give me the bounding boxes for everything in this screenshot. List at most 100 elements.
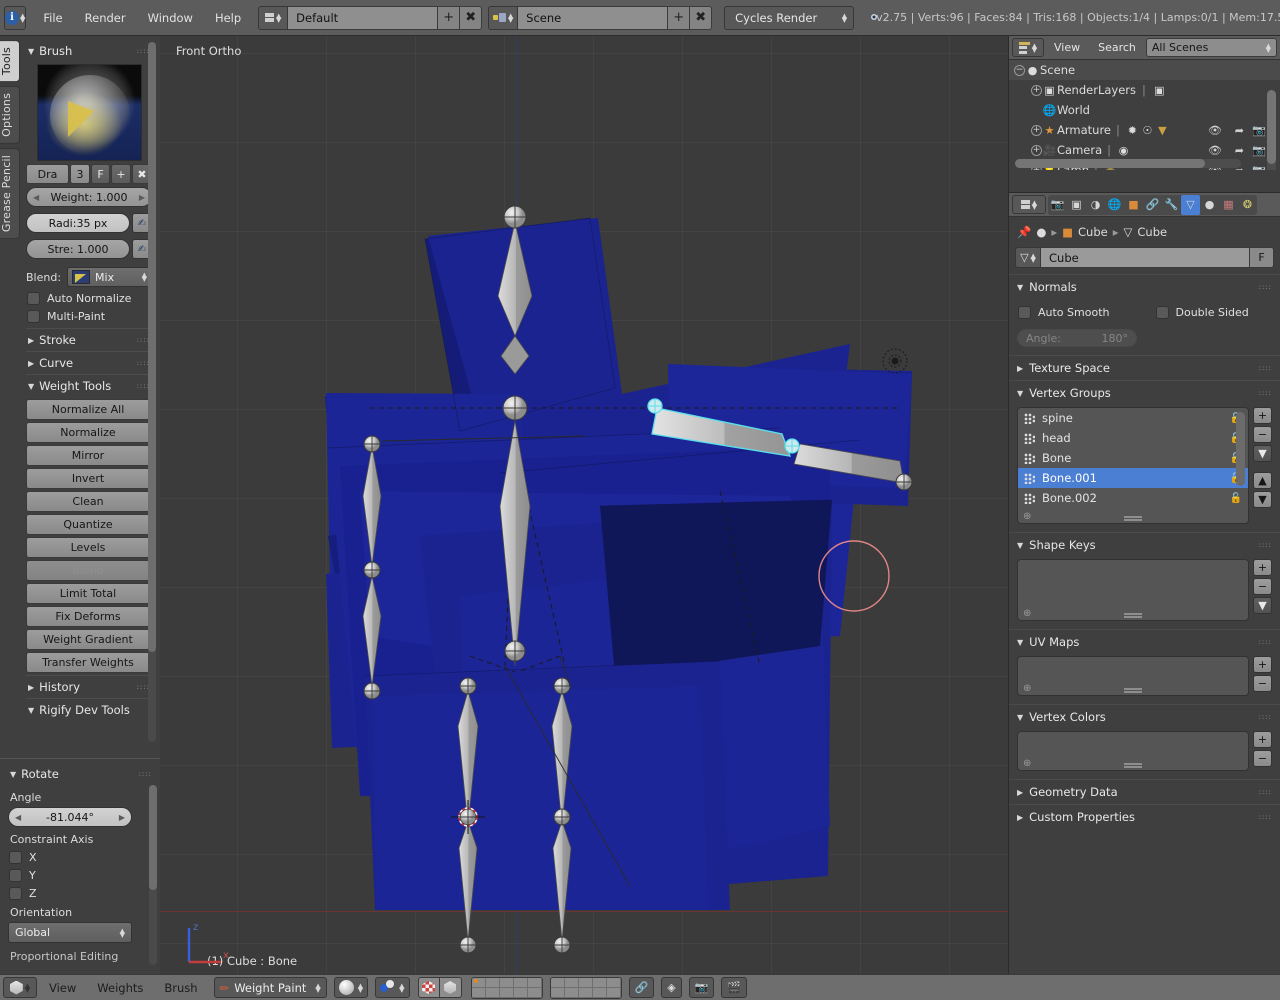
move-vertex-group-up-button[interactable]: ▲ <box>1253 472 1272 489</box>
outliner-menu-search[interactable]: Search <box>1090 39 1144 56</box>
outliner-vertical-scrollbar[interactable] <box>1267 90 1276 170</box>
vertex-group-row[interactable]: Bone.002 🔓 <box>1018 488 1248 508</box>
add-scene-button[interactable]: + <box>668 6 690 30</box>
brush-strength-slider[interactable]: Stre: 1.000 <box>26 239 130 259</box>
shape-key-specials-menu[interactable]: ▼ <box>1253 597 1272 614</box>
scene-name-field[interactable]: Scene <box>518 6 668 30</box>
restrict-render-icon[interactable]: 📷 <box>1252 164 1266 171</box>
multi-paint-checkbox[interactable] <box>27 310 40 323</box>
toolshelf-scrollbar-thumb[interactable] <box>148 42 156 652</box>
outliner-row-renderlayers[interactable]: + ▣ RenderLayers | ▣ <box>1009 80 1280 100</box>
curve-panel-header[interactable]: ▶ Curve :::: <box>26 351 152 374</box>
vertex-colors-list[interactable]: ⊕ <box>1017 731 1249 771</box>
brush-weight-slider[interactable]: ◀ Weight: 1.000 ▶ <box>26 187 152 207</box>
rotate-panel-header[interactable]: ▼ Rotate :::: <box>8 763 154 785</box>
add-shape-key-button[interactable]: + <box>1253 559 1272 576</box>
object-data-tab[interactable]: ▽ <box>1181 195 1200 215</box>
mesh-data-icon-button[interactable]: ▽ ▲▼ <box>1015 247 1041 268</box>
transfer-weights-button[interactable]: Transfer Weights <box>26 652 150 673</box>
add-screen-layout-button[interactable]: + <box>438 6 460 30</box>
uv-maps-panel-header[interactable]: ▼ UV Maps :::: <box>1009 629 1280 654</box>
delete-screen-layout-button[interactable]: ✖ <box>460 6 482 30</box>
quantize-button[interactable]: Quantize <box>26 514 150 535</box>
layer-cell[interactable] <box>514 988 528 998</box>
layer-cell[interactable] <box>607 978 621 988</box>
restrict-select-icon[interactable]: ➦ <box>1235 144 1244 157</box>
brush-radius-slider[interactable]: Radi:35 px <box>26 213 130 233</box>
layer-cell[interactable] <box>551 988 565 998</box>
render-tab[interactable]: 📷 <box>1048 195 1067 215</box>
double-sided-checkbox[interactable] <box>1156 306 1169 319</box>
layer-cell[interactable] <box>514 978 528 988</box>
history-panel-header[interactable]: ▶ History :::: <box>26 675 152 698</box>
menu-render[interactable]: Render <box>74 8 137 28</box>
auto-smooth-checkbox[interactable] <box>1018 306 1031 319</box>
brush-name-field[interactable]: Dra <box>26 164 69 184</box>
outliner-horizontal-scrollbar[interactable] <box>1015 159 1241 168</box>
tab-grease-pencil[interactable]: Grease Pencil <box>0 148 20 239</box>
lock-icon[interactable]: 🔓 <box>1230 493 1242 504</box>
vertex-groups-panel-header[interactable]: ▼ Vertex Groups :::: <box>1009 380 1280 405</box>
menu-file[interactable]: File <box>32 8 73 28</box>
layer-grid-bottom[interactable] <box>550 977 622 999</box>
toolshelf-scrollbar[interactable] <box>148 42 156 742</box>
layer-cell[interactable] <box>579 988 593 998</box>
pivot-point-select[interactable]: ▲▼ <box>375 977 409 998</box>
menu-help[interactable]: Help <box>204 8 252 28</box>
brush-add-button[interactable]: + <box>111 164 131 184</box>
proportional-editing-toggle[interactable]: ◈ <box>661 977 681 998</box>
editor-type-3dview-button[interactable]: ▲▼ <box>3 977 37 998</box>
fake-user-button[interactable]: F <box>1250 247 1274 268</box>
list-resize-grip[interactable] <box>1018 757 1248 770</box>
layer-cell[interactable] <box>528 978 542 988</box>
layer-cell[interactable] <box>607 988 621 998</box>
expand-icon[interactable]: + <box>1031 145 1042 156</box>
texture-space-panel-header[interactable]: ▶ Texture Space :::: <box>1009 355 1280 380</box>
scene-icon-button[interactable]: ▲▼ <box>488 6 518 30</box>
mirror-button[interactable]: Mirror <box>26 445 150 466</box>
render-animation-button[interactable]: 🎬 <box>721 977 747 998</box>
stroke-panel-header[interactable]: ▶ Stroke :::: <box>26 328 152 351</box>
tab-tools[interactable]: Tools <box>0 40 20 82</box>
face-select-mask-toggle[interactable] <box>418 977 440 998</box>
remove-vertex-group-button[interactable]: − <box>1253 426 1272 443</box>
3d-viewport[interactable]: Front Ortho (1) Cube : Bone x z <box>160 36 1008 974</box>
outliner-vscroll-thumb[interactable] <box>1267 90 1276 164</box>
restrict-select-icon[interactable]: ➦ <box>1235 124 1244 137</box>
normalize-all-button[interactable]: Normalize All <box>26 399 150 420</box>
normalize-button[interactable]: Normalize <box>26 422 150 443</box>
multi-paint-row[interactable]: Multi-Paint <box>27 310 151 323</box>
layer-cell[interactable] <box>593 978 607 988</box>
normals-panel-header[interactable]: ▼ Normals :::: <box>1009 274 1280 299</box>
custom-properties-panel-header[interactable]: ▶ Custom Properties :::: <box>1009 804 1280 829</box>
expand-icon[interactable]: + <box>1031 85 1042 96</box>
levels-button[interactable]: Levels <box>26 537 150 558</box>
constraint-axis-z-checkbox[interactable] <box>9 887 22 900</box>
layer-cell[interactable] <box>593 988 607 998</box>
modifiers-tab[interactable]: 🔧 <box>1162 195 1181 215</box>
screen-layout-name[interactable]: Default <box>288 6 438 30</box>
collapse-icon[interactable]: − <box>1014 65 1025 76</box>
render-engine-select[interactable]: Cycles Render ▲▼ <box>724 6 854 30</box>
list-resize-grip[interactable] <box>1018 682 1248 695</box>
pin-icon[interactable]: 📌 <box>1017 225 1031 239</box>
outliner-row-camera[interactable]: + 🎥 Camera | ◉ 👁 ➦ 📷 <box>1009 140 1280 160</box>
properties-editor-type-button[interactable]: ▲▼ <box>1012 195 1046 214</box>
menu-window[interactable]: Window <box>137 8 204 28</box>
outliner-row-armature[interactable]: + ★ Armature | ✹ ☉ ▼ 👁 ➦ 📷 <box>1009 120 1280 140</box>
vertex-groups-scrollbar[interactable] <box>1236 412 1245 486</box>
double-sided-row[interactable]: Double Sided <box>1156 306 1272 319</box>
object-tab[interactable]: ■ <box>1124 195 1143 215</box>
layer-cell[interactable] <box>565 988 579 998</box>
screen-layout-icon-button[interactable]: ▲▼ <box>258 6 288 30</box>
layer-cell[interactable] <box>472 988 486 998</box>
layer-cell[interactable] <box>486 978 500 988</box>
viewport-shading-select[interactable]: ▲▼ <box>334 977 368 998</box>
restrict-view-icon[interactable]: 👁 <box>1208 124 1222 137</box>
limit-total-button[interactable]: Limit Total <box>26 583 150 604</box>
weight-gradient-button[interactable]: Weight Gradient <box>26 629 150 650</box>
texture-tab[interactable]: ▦ <box>1219 195 1238 215</box>
outliner-row-world[interactable]: 🌐 World <box>1009 100 1280 120</box>
layer-cell[interactable] <box>551 978 565 988</box>
layer-grid-top[interactable] <box>471 977 543 999</box>
